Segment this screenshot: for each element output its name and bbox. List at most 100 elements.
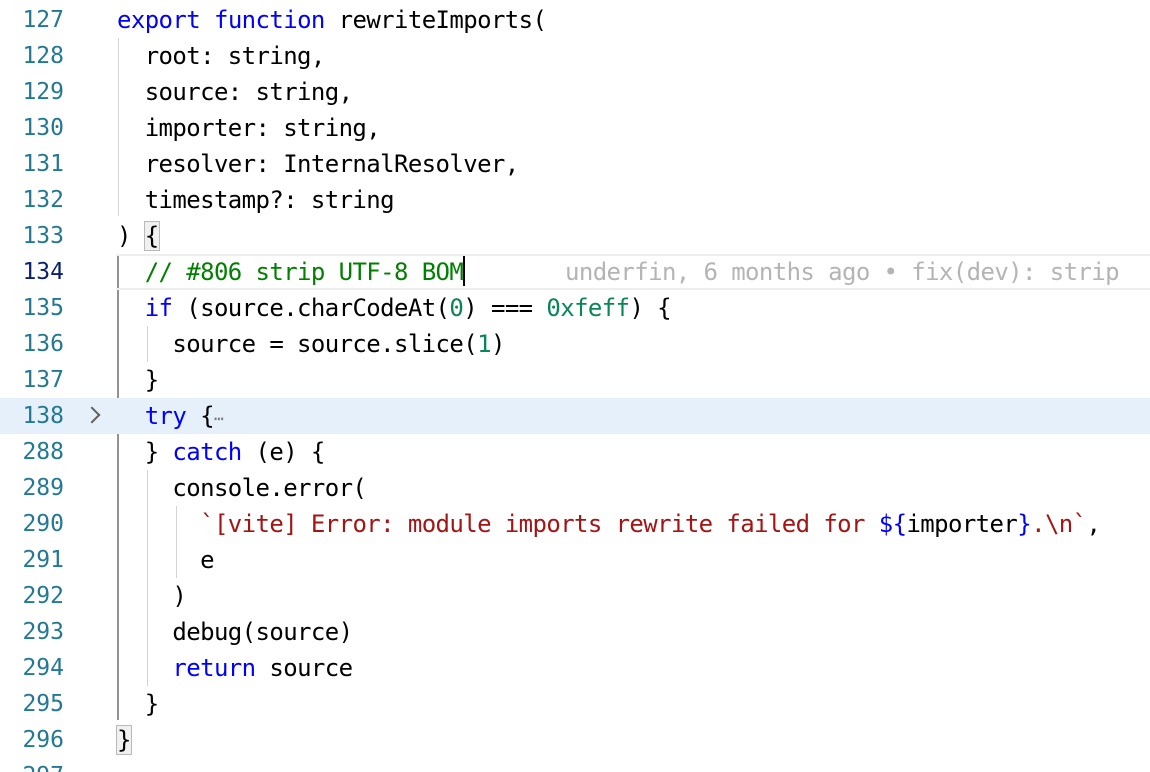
code-text[interactable]: if (source.charCodeAt(0) === 0xfeff) { bbox=[117, 290, 672, 326]
code-token: export bbox=[117, 6, 201, 34]
code-token: (source.charCodeAt( bbox=[172, 294, 450, 322]
line-number: 133 bbox=[22, 223, 64, 249]
code-token: } bbox=[117, 438, 173, 466]
code-line[interactable]: 135 if (source.charCodeAt(0) === 0xfeff)… bbox=[0, 290, 1150, 326]
code-token: importer: string, bbox=[117, 114, 381, 142]
code-token: resolver: InternalResolver, bbox=[117, 150, 520, 178]
code-token: { bbox=[143, 221, 160, 251]
code-token: 0xfeff bbox=[546, 294, 630, 322]
code-line[interactable]: 291 e bbox=[0, 542, 1150, 578]
code-token: ) bbox=[117, 582, 187, 610]
code-line[interactable]: 294 return source bbox=[0, 650, 1150, 686]
code-token: ) === bbox=[463, 294, 547, 322]
code-line[interactable]: 127 export function rewriteImports( bbox=[0, 2, 1150, 38]
code-line[interactable]: 296} bbox=[0, 722, 1150, 758]
code-text[interactable]: timestamp?: string bbox=[117, 182, 395, 218]
code-line[interactable]: 297 bbox=[0, 758, 1150, 772]
code-text[interactable]: return source bbox=[117, 650, 353, 686]
code-text[interactable]: // #806 strip UTF-8 BOM bbox=[117, 254, 466, 290]
code-text[interactable]: `[vite] Error: module imports rewrite fa… bbox=[117, 506, 1101, 542]
line-number: 131 bbox=[22, 151, 64, 177]
text-cursor bbox=[463, 256, 466, 286]
code-line[interactable]: 295 } bbox=[0, 686, 1150, 722]
code-text[interactable]: } catch (e) { bbox=[117, 434, 326, 470]
code-token: timestamp?: string bbox=[117, 186, 395, 214]
code-line[interactable]: 289 console.error( bbox=[0, 470, 1150, 506]
line-number: 289 bbox=[22, 475, 64, 501]
line-number: 292 bbox=[22, 583, 64, 609]
code-token: .\n` bbox=[1031, 510, 1087, 538]
code-line[interactable]: 130 importer: string, bbox=[0, 110, 1150, 146]
code-line[interactable]: 288 } catch (e) { bbox=[0, 434, 1150, 470]
code-token: importer bbox=[906, 510, 1018, 538]
line-number: 288 bbox=[22, 439, 64, 465]
code-token: ) { bbox=[629, 294, 672, 322]
line-number: 135 bbox=[22, 295, 64, 321]
code-line[interactable]: 136 source = source.slice(1) bbox=[0, 326, 1150, 362]
fold-chevron-right-icon[interactable] bbox=[83, 406, 101, 424]
code-text[interactable]: try {⋯ bbox=[117, 398, 224, 434]
code-line[interactable]: 132 timestamp?: string bbox=[0, 182, 1150, 218]
code-text[interactable]: e bbox=[117, 542, 214, 578]
code-text[interactable]: } bbox=[117, 686, 159, 722]
code-text[interactable]: } bbox=[116, 722, 132, 758]
code-text[interactable]: } bbox=[117, 362, 159, 398]
code-token: catch bbox=[172, 438, 242, 466]
code-token: 0 bbox=[449, 294, 464, 322]
line-number: 129 bbox=[22, 79, 64, 105]
line-number: 295 bbox=[22, 691, 64, 717]
code-token: } bbox=[117, 690, 159, 718]
code-token: } bbox=[117, 366, 159, 394]
code-token: ) bbox=[490, 330, 505, 358]
code-text[interactable]: console.error( bbox=[117, 470, 367, 506]
code-line[interactable]: 293 debug(source) bbox=[0, 614, 1150, 650]
line-number: 138 bbox=[22, 403, 64, 429]
code-text[interactable]: importer: string, bbox=[117, 110, 381, 146]
code-text[interactable]: resolver: InternalResolver, bbox=[117, 146, 520, 182]
code-token: , bbox=[1086, 510, 1101, 538]
code-text[interactable]: debug(source) bbox=[117, 614, 353, 650]
code-text[interactable]: ) { bbox=[117, 218, 160, 254]
folded-ellipsis-icon[interactable]: ⋯ bbox=[214, 409, 224, 428]
code-line[interactable]: 137 } bbox=[0, 362, 1150, 398]
code-text[interactable]: export function rewriteImports( bbox=[117, 2, 547, 38]
code-line[interactable]: 134 // #806 strip UTF-8 BOM underfin, 6 m… bbox=[0, 254, 1150, 290]
code-line[interactable]: 128 root: string, bbox=[0, 38, 1150, 74]
code-token: `[vite] Error: module imports rewrite fa… bbox=[200, 510, 879, 538]
code-token: try bbox=[144, 402, 187, 430]
code-line[interactable]: 133) { bbox=[0, 218, 1150, 254]
line-number: 132 bbox=[22, 187, 64, 213]
line-number: 294 bbox=[22, 655, 64, 681]
code-editor[interactable]: 127 export function rewriteImports(128 ro… bbox=[0, 0, 1150, 772]
code-line[interactable]: 292 ) bbox=[0, 578, 1150, 614]
code-token: rewriteImports( bbox=[324, 6, 547, 34]
code-token: debug(source) bbox=[117, 618, 353, 646]
code-text[interactable]: source = source.slice(1) bbox=[117, 326, 505, 362]
line-number: 134 bbox=[22, 259, 64, 285]
line-number: 128 bbox=[22, 43, 64, 69]
code-token: ) bbox=[117, 222, 145, 250]
code-line[interactable]: 131 resolver: InternalResolver, bbox=[0, 146, 1150, 182]
line-number: 293 bbox=[22, 619, 64, 645]
code-text[interactable]: source: string, bbox=[117, 74, 353, 110]
code-line[interactable]: 129 source: string, bbox=[0, 74, 1150, 110]
code-text[interactable]: root: string, bbox=[117, 38, 326, 74]
code-token: return bbox=[172, 654, 256, 682]
line-number: 291 bbox=[22, 547, 64, 573]
code-line[interactable]: 138 try {⋯ bbox=[0, 398, 1150, 434]
line-number: 136 bbox=[22, 331, 64, 357]
line-number: 127 bbox=[22, 7, 64, 33]
code-token: e bbox=[117, 546, 214, 574]
line-number: 130 bbox=[22, 115, 64, 141]
code-token: function bbox=[213, 6, 325, 34]
code-line[interactable]: 290 `[vite] Error: module imports rewrit… bbox=[0, 506, 1150, 542]
code-token: source = source.slice( bbox=[117, 330, 478, 358]
git-blame-annotation: underfin, 6 months ago • fix(dev): strip bbox=[565, 258, 1120, 286]
code-text[interactable]: ) bbox=[117, 578, 186, 614]
code-token: } bbox=[116, 725, 132, 755]
